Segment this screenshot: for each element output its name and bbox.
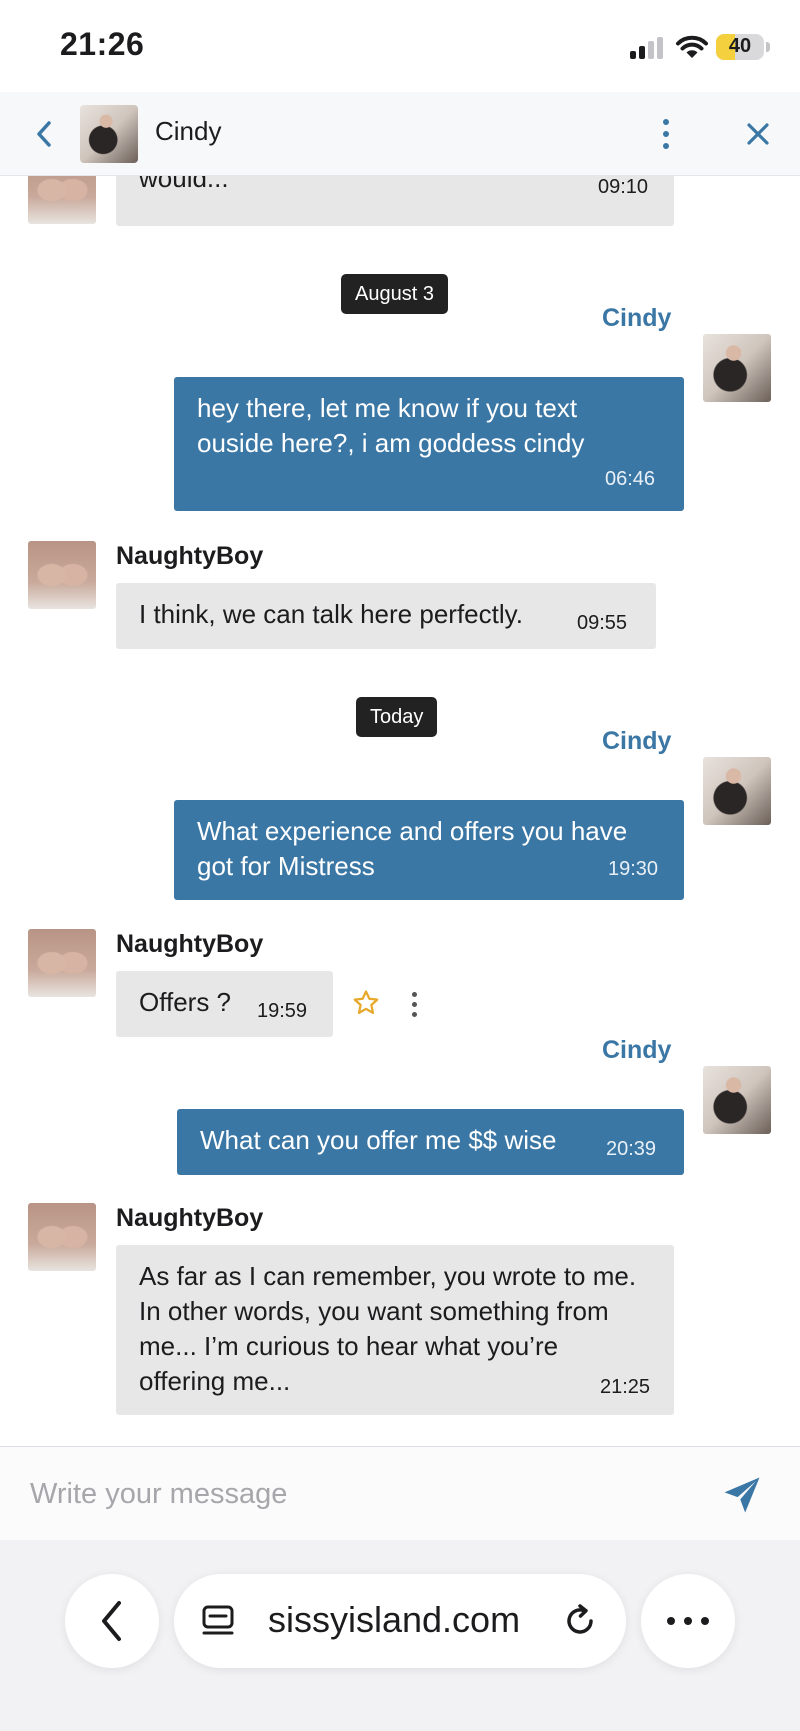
sender-name: Cindy xyxy=(602,1036,672,1064)
message-time: 20:39 xyxy=(606,1138,657,1160)
sender-name: Cindy xyxy=(602,727,672,755)
browser-back-button[interactable] xyxy=(65,1574,159,1668)
message-bubble[interactable]: What can you offer me $$ wise 20:39 xyxy=(177,1109,684,1175)
cellular-signal-icon xyxy=(630,37,664,59)
message-options-button[interactable] xyxy=(404,988,424,1020)
sender-avatar[interactable] xyxy=(28,176,96,224)
sender-avatar[interactable] xyxy=(28,541,96,609)
sender-avatar[interactable] xyxy=(28,1203,96,1271)
browser-more-button[interactable] xyxy=(641,1574,735,1668)
sender-avatar[interactable] xyxy=(28,929,96,997)
message-text: would... xyxy=(139,176,229,193)
more-dot xyxy=(684,1617,692,1625)
wifi-icon xyxy=(676,35,708,58)
sender-avatar[interactable] xyxy=(703,757,771,825)
close-icon xyxy=(747,123,769,145)
message-time: 19:59 xyxy=(257,1000,308,1022)
sender-avatar[interactable] xyxy=(703,1066,771,1134)
message-input[interactable] xyxy=(30,1467,650,1521)
date-divider: August 3 xyxy=(341,274,448,314)
battery-level: 40 xyxy=(728,35,752,57)
message-bubble[interactable]: would... 09:10 xyxy=(116,176,674,226)
status-time: 21:26 xyxy=(60,26,145,62)
close-button[interactable] xyxy=(736,112,780,156)
sender-name: NaughtyBoy xyxy=(116,930,264,958)
back-button[interactable] xyxy=(22,112,66,156)
chevron-left-icon xyxy=(37,121,51,147)
kebab-dot xyxy=(411,1001,417,1007)
message-time: 21:25 xyxy=(600,1376,651,1398)
more-options-button[interactable] xyxy=(644,112,688,156)
status-bar: 21:26 40 xyxy=(0,0,800,92)
send-icon xyxy=(724,1477,760,1513)
sender-name: NaughtyBoy xyxy=(116,542,264,570)
message-composer xyxy=(0,1446,800,1540)
sender-name: Cindy xyxy=(602,304,672,332)
message-time: 09:55 xyxy=(577,612,628,634)
star-icon[interactable] xyxy=(351,988,381,1018)
message-text: As far as I can remember, you wrote to m… xyxy=(139,1261,637,1396)
kebab-dot xyxy=(663,143,669,149)
kebab-dot xyxy=(663,119,669,125)
reload-icon[interactable] xyxy=(560,1601,600,1641)
message-time: 09:10 xyxy=(598,176,649,198)
more-dot xyxy=(701,1617,709,1625)
message-text: hey there, let me know if you text ousid… xyxy=(197,393,585,458)
message-time: 19:30 xyxy=(608,858,659,880)
battery-cap xyxy=(766,42,770,52)
message-bubble[interactable]: hey there, let me know if you text ousid… xyxy=(174,377,684,511)
send-button[interactable] xyxy=(714,1467,770,1523)
contact-avatar[interactable] xyxy=(80,105,138,163)
message-text: What experience and offers you have got … xyxy=(197,816,628,881)
sender-name: NaughtyBoy xyxy=(116,1204,264,1232)
kebab-dot xyxy=(411,991,417,997)
message-bubble[interactable]: I think, we can talk here perfectly. 09:… xyxy=(116,583,656,649)
browser-toolbar: sissyisland.com xyxy=(0,1540,800,1731)
sender-avatar[interactable] xyxy=(703,334,771,402)
message-bubble[interactable]: As far as I can remember, you wrote to m… xyxy=(116,1245,674,1415)
more-dot xyxy=(667,1617,675,1625)
kebab-dot xyxy=(411,1011,417,1017)
tabs-icon xyxy=(202,1605,234,1635)
message-text: Offers ? xyxy=(139,987,232,1017)
message-bubble[interactable]: What experience and offers you have got … xyxy=(174,800,684,900)
battery-icon: 40 xyxy=(716,34,764,60)
message-list[interactable]: would... 09:10 August 3 Cindy hey there,… xyxy=(0,176,800,1446)
message-bubble[interactable]: Offers ? 19:59 xyxy=(116,971,333,1037)
chevron-left-icon xyxy=(102,1601,121,1641)
message-text: What can you offer me $$ wise xyxy=(200,1125,557,1155)
date-divider: Today xyxy=(356,697,438,737)
kebab-dot xyxy=(663,131,669,137)
contact-name[interactable]: Cindy xyxy=(155,116,221,147)
address-bar[interactable]: sissyisland.com xyxy=(174,1574,626,1668)
message-time: 06:46 xyxy=(605,468,656,490)
url-text: sissyisland.com xyxy=(268,1599,521,1640)
chat-header: Cindy xyxy=(0,92,800,176)
message-text: I think, we can talk here perfectly. xyxy=(139,599,523,629)
